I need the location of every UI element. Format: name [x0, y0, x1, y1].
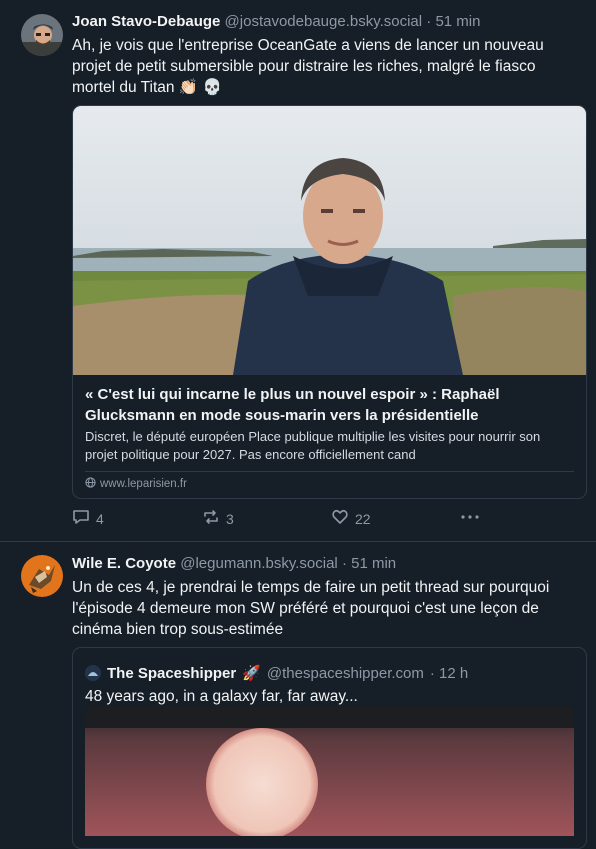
quote-text: 48 years ago, in a galaxy far, far away.…	[85, 688, 358, 705]
rocket-emoji: 🚀	[242, 665, 261, 682]
link-card-domain-row: www.leparisien.fr	[85, 477, 187, 491]
post-time[interactable]: · 51 min	[342, 555, 396, 572]
post-actions: 4 3 22	[72, 508, 492, 528]
repost-button[interactable]: 3	[202, 508, 234, 529]
skull-emoji: 💀	[202, 79, 222, 96]
feed-post[interactable]: Wile E. Coyote @legumann.bsky.social · 5…	[0, 542, 596, 849]
avatar[interactable]	[21, 555, 63, 597]
author-name[interactable]: Wile E. Coyote	[72, 555, 176, 572]
avatar[interactable]	[21, 14, 63, 56]
link-card-domain: www.leparisien.fr	[100, 478, 187, 490]
reply-icon	[72, 508, 90, 529]
link-card-divider	[85, 471, 574, 472]
link-card-description: Discret, le député européen Place publiq…	[85, 429, 541, 462]
post-header: Joan Stavo-Debauge @jostavodebauge.bsky.…	[72, 13, 480, 30]
post-text: Ah, je vois que l'entreprise OceanGate a…	[72, 35, 582, 98]
quote-time[interactable]: · 12 h	[430, 665, 468, 682]
feed-post[interactable]: Joan Stavo-Debauge @jostavodebauge.bsky.…	[0, 0, 596, 542]
link-card[interactable]: « C'est lui qui incarne le plus un nouve…	[72, 105, 587, 499]
link-card-image	[73, 106, 586, 375]
repost-icon	[202, 508, 220, 529]
post-text: Un de ces 4, je prendrai le temps de fai…	[72, 579, 550, 638]
clap-emoji: 👏🏻	[178, 79, 199, 96]
more-button[interactable]	[460, 510, 480, 527]
like-count: 22	[355, 510, 371, 527]
author-handle[interactable]: @jostavodebauge.bsky.social	[225, 13, 423, 30]
author-name[interactable]: Joan Stavo-Debauge	[72, 13, 220, 30]
like-icon	[331, 508, 349, 529]
like-button[interactable]: 22	[331, 508, 371, 529]
quote-avatar[interactable]	[85, 665, 101, 681]
link-card-title[interactable]: « C'est lui qui incarne le plus un nouve…	[85, 384, 575, 426]
quote-author-handle[interactable]: @thespaceshipper.com	[267, 665, 424, 682]
post-header: Wile E. Coyote @legumann.bsky.social · 5…	[72, 555, 396, 572]
post-text-content: Ah, je vois que l'entreprise OceanGate a…	[72, 37, 544, 96]
quote-header: The Spaceshipper 🚀 @thespaceshipper.com …	[85, 664, 468, 682]
repost-count: 3	[226, 510, 234, 527]
author-handle[interactable]: @legumann.bsky.social	[180, 555, 338, 572]
quote-image[interactable]	[85, 706, 574, 836]
quote-post[interactable]: The Spaceshipper 🚀 @thespaceshipper.com …	[72, 647, 587, 849]
post-time[interactable]: · 51 min	[426, 13, 480, 30]
globe-icon	[85, 477, 96, 491]
reply-button[interactable]: 4	[72, 508, 104, 529]
more-icon	[460, 510, 480, 527]
reply-count: 4	[96, 510, 104, 527]
quote-author-name[interactable]: The Spaceshipper	[107, 665, 236, 682]
